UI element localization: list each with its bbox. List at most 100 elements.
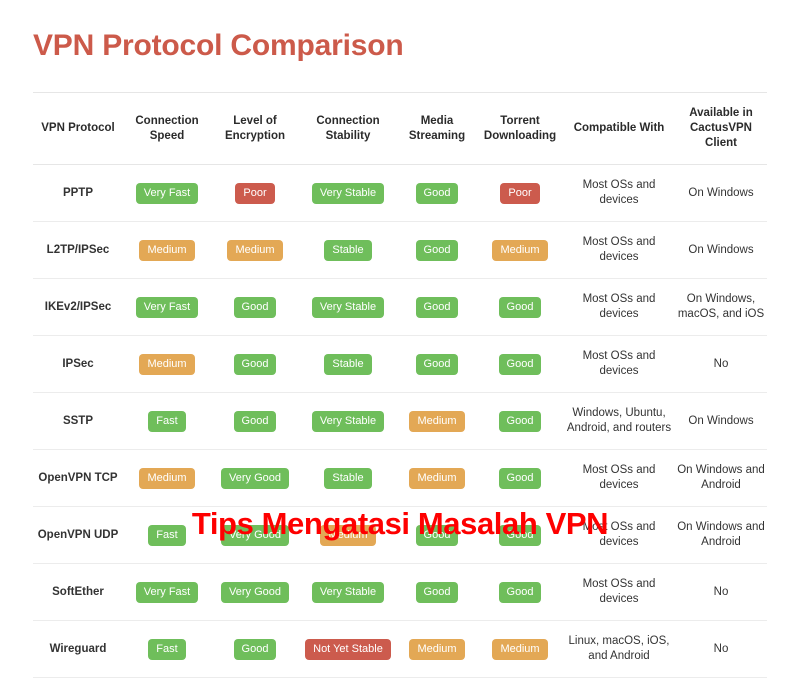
cell-compatible-with: Most OSs and devices xyxy=(582,293,656,320)
cell-available-in-cactusvpn-client: No xyxy=(713,642,729,655)
cell-media-streaming: Medium xyxy=(397,450,477,507)
cell-available-in-cactusvpn-client: No xyxy=(713,357,729,370)
cell-connection-stability: Very Stable xyxy=(299,564,397,621)
table-row: SoftEther Very Fast Very Good Very Stable Go… xyxy=(33,564,767,621)
cell-torrent-downloading: Good xyxy=(477,279,563,336)
status-badge: Good xyxy=(498,296,542,318)
cell-connection-speed: Fast xyxy=(123,621,211,678)
cell-level-of-encryption: Good xyxy=(211,279,299,336)
cell-compatible-with: Linux, macOS, iOS, and Android xyxy=(568,635,670,662)
column-header-vpn-protocol: VPN Protocol xyxy=(41,122,115,134)
cell-connection-speed: Fast xyxy=(123,393,211,450)
cell-level-of-encryption: Medium xyxy=(211,222,299,279)
status-badge: Poor xyxy=(500,182,540,204)
status-badge: Good xyxy=(498,524,542,546)
status-badge: Medium xyxy=(409,467,465,489)
cell-torrent-downloading: Good xyxy=(477,564,563,621)
cell-available-in-cactusvpn-client: On Windows and Android xyxy=(677,464,765,491)
status-badge: Good xyxy=(415,239,459,261)
status-badge: Good xyxy=(498,467,542,489)
cell-media-streaming: Good xyxy=(397,507,477,564)
status-badge: Medium xyxy=(409,410,465,432)
status-badge: Medium xyxy=(139,239,195,261)
cell-connection-speed: Fast xyxy=(123,507,211,564)
status-badge: Medium xyxy=(320,524,376,546)
table-header-row: VPN Protocol Connection Speed Level of E… xyxy=(33,92,767,165)
table-row: SSTP Fast Good Very Stable Medium Good Windows… xyxy=(33,393,767,450)
cell-connection-stability: Medium xyxy=(299,507,397,564)
table-row: L2TP/IPSec Medium Medium Stable Good Medium Mo… xyxy=(33,222,767,279)
status-badge: Very Good xyxy=(221,467,289,489)
cell-media-streaming: Medium xyxy=(397,393,477,450)
status-badge: Good xyxy=(233,638,277,660)
cell-connection-speed: Medium xyxy=(123,336,211,393)
column-header-connection-stability: Connection Stability xyxy=(316,114,380,142)
status-badge: Good xyxy=(415,353,459,375)
status-badge: Very Good xyxy=(221,524,289,546)
status-badge: Stable xyxy=(324,353,372,375)
cell-vpn-protocol: PPTP xyxy=(62,186,94,199)
cell-available-in-cactusvpn-client: On Windows, macOS, and iOS xyxy=(677,293,765,320)
status-badge: Very Stable xyxy=(311,581,385,603)
cell-connection-speed: Very Fast xyxy=(123,165,211,222)
cell-level-of-encryption: Poor xyxy=(211,165,299,222)
status-badge: Good xyxy=(415,581,459,603)
cell-compatible-with: Most OSs and devices xyxy=(582,179,656,206)
cell-torrent-downloading: Good xyxy=(477,393,563,450)
cell-connection-stability: Stable xyxy=(299,222,397,279)
column-header-media-streaming: Media Streaming xyxy=(408,114,466,142)
cell-available-in-cactusvpn-client: No xyxy=(713,585,729,598)
cell-media-streaming: Good xyxy=(397,336,477,393)
status-badge: Medium xyxy=(139,353,195,375)
status-badge: Fast xyxy=(148,638,186,660)
status-badge: Very Fast xyxy=(135,182,199,204)
cell-compatible-with: Most OSs and devices xyxy=(582,578,656,605)
status-badge: Very Stable xyxy=(311,296,385,318)
cell-torrent-downloading: Poor xyxy=(477,165,563,222)
status-badge: Fast xyxy=(148,410,186,432)
table-header: VPN Protocol Connection Speed Level of E… xyxy=(33,92,767,165)
cell-available-in-cactusvpn-client: On Windows xyxy=(688,414,754,427)
cell-torrent-downloading: Medium xyxy=(477,621,563,678)
column-header-compatible-with: Compatible With xyxy=(573,122,665,134)
cell-connection-stability: Very Stable xyxy=(299,279,397,336)
cell-media-streaming: Good xyxy=(397,165,477,222)
cell-torrent-downloading: Good xyxy=(477,450,563,507)
column-header-level-of-encryption: Level of Encryption xyxy=(224,114,286,142)
table-row: Wireguard Fast Good Not Yet Stable Medium Med… xyxy=(33,621,767,678)
cell-vpn-protocol: SoftEther xyxy=(52,585,104,598)
status-badge: Medium xyxy=(492,239,548,261)
table-row: PPTP Very Fast Poor Very Stable Good Poor Most… xyxy=(33,165,767,222)
status-badge: Very Stable xyxy=(311,182,385,204)
cell-torrent-downloading: Good xyxy=(477,507,563,564)
cell-level-of-encryption: Very Good xyxy=(211,564,299,621)
cell-connection-speed: Very Fast xyxy=(123,279,211,336)
table-row: IKEv2/IPSec Very Fast Good Very Stable Good G… xyxy=(33,279,767,336)
cell-torrent-downloading: Medium xyxy=(477,222,563,279)
status-badge: Medium xyxy=(409,638,465,660)
cell-connection-stability: Very Stable xyxy=(299,393,397,450)
cell-connection-speed: Medium xyxy=(123,450,211,507)
status-badge: Very Stable xyxy=(311,410,385,432)
cell-vpn-protocol: OpenVPN UDP xyxy=(37,528,119,541)
cell-vpn-protocol: IKEv2/IPSec xyxy=(44,300,112,313)
cell-compatible-with: Most OSs and devices xyxy=(582,464,656,491)
cell-connection-stability: Not Yet Stable xyxy=(299,621,397,678)
status-badge: Good xyxy=(415,296,459,318)
status-badge: Good xyxy=(498,581,542,603)
cell-available-in-cactusvpn-client: On Windows xyxy=(688,243,754,256)
cell-vpn-protocol: L2TP/IPSec xyxy=(46,243,110,256)
cell-connection-stability: Very Stable xyxy=(299,165,397,222)
cell-level-of-encryption: Good xyxy=(211,393,299,450)
status-badge: Stable xyxy=(324,467,372,489)
cell-connection-stability: Stable xyxy=(299,336,397,393)
column-header-torrent-downloading: Torrent Downloading xyxy=(483,114,557,142)
status-badge: Medium xyxy=(139,467,195,489)
page-title: VPN Protocol Comparison xyxy=(33,29,404,63)
cell-level-of-encryption: Very Good xyxy=(211,507,299,564)
table-body: PPTP Very Fast Poor Very Stable Good Poor Most… xyxy=(33,165,767,678)
table-row: OpenVPN UDP Fast Very Good Medium Good Good Mo… xyxy=(33,507,767,564)
status-badge: Very Fast xyxy=(135,296,199,318)
cell-level-of-encryption: Very Good xyxy=(211,450,299,507)
status-badge: Good xyxy=(498,353,542,375)
